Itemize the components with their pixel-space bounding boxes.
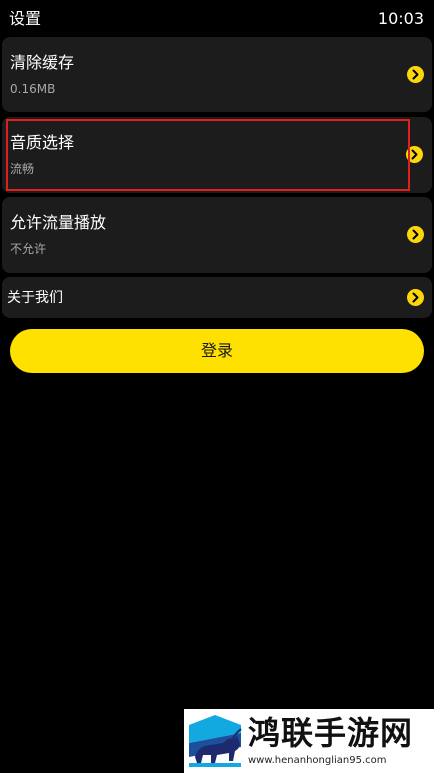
settings-item-title: 允许流量播放 — [10, 213, 107, 232]
settings-item-audio-quality[interactable]: 音质选择 流畅 — [2, 117, 432, 193]
chevron-right-circle-icon[interactable] — [407, 289, 424, 306]
page-title: 设置 — [9, 9, 42, 28]
settings-item-value: 0.16MB — [10, 82, 56, 96]
settings-item-title: 清除缓存 — [10, 53, 75, 72]
chevron-right-circle-icon[interactable] — [406, 146, 423, 163]
settings-item-value: 流畅 — [10, 162, 35, 176]
watermark: 鸿联手游网 www.henanhonglian95.com — [184, 709, 434, 773]
settings-item-about-us[interactable]: 关于我们 — [2, 277, 432, 318]
chevron-right-circle-icon[interactable] — [407, 66, 424, 83]
login-button[interactable]: 登录 — [10, 329, 424, 373]
settings-item-allow-cellular[interactable]: 允许流量播放 不允许 — [2, 197, 432, 273]
bull-logo-icon — [187, 713, 243, 769]
settings-item-value: 不允许 — [10, 242, 47, 256]
status-bar: 设置 10:03 — [0, 0, 434, 36]
settings-item-title: 音质选择 — [10, 133, 75, 152]
chevron-right-circle-icon[interactable] — [407, 226, 424, 243]
settings-screen: 设置 10:03 清除缓存 0.16MB 音质选择 流畅 允许流量播放 不允许 … — [0, 0, 434, 773]
watermark-url: www.henanhonglian95.com — [248, 755, 387, 766]
settings-item-title: 关于我们 — [7, 290, 63, 306]
settings-item-clear-cache[interactable]: 清除缓存 0.16MB — [2, 37, 432, 112]
status-time: 10:03 — [377, 9, 424, 28]
watermark-brand: 鸿联手游网 — [248, 714, 414, 752]
